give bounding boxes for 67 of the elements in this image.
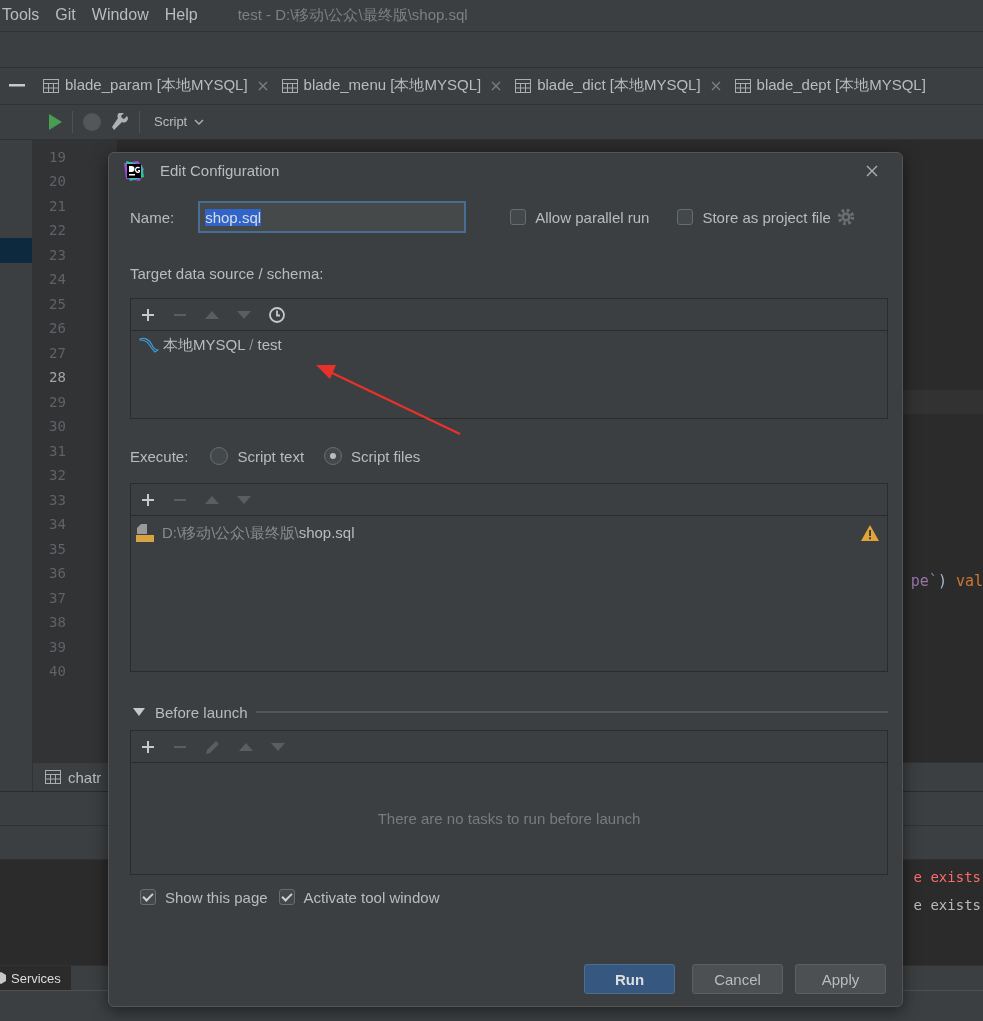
table-icon	[281, 78, 298, 93]
section-label: Target data source / schema:	[130, 265, 325, 282]
console-line: e exists	[913, 868, 981, 888]
window-title: test - D:\移动\公众\最终版\shop.sql	[237, 5, 468, 25]
checkbox[interactable]: Show this page	[140, 887, 268, 907]
move-up-icon[interactable]	[205, 310, 219, 319]
dialog-button[interactable]: Apply	[795, 964, 886, 994]
dialog-title: Edit Configuration	[160, 162, 280, 179]
radio-button[interactable]: Script text	[210, 447, 305, 465]
table-icon	[43, 78, 59, 93]
name-label: Name:	[130, 208, 175, 226]
editor-tab[interactable]: blade_dept [本地MYSQL]	[734, 76, 940, 96]
add-icon[interactable]	[141, 739, 155, 754]
dolphin-icon	[139, 337, 159, 353]
empty-list-text: There are no tasks to run before launch	[377, 810, 641, 827]
menu-item[interactable]: Help	[156, 6, 206, 25]
radio-circle[interactable]	[210, 447, 229, 465]
name-field[interactable]: shop.sql	[198, 201, 467, 233]
radio-circle[interactable]	[324, 447, 343, 465]
pencil-icon[interactable]	[205, 738, 221, 755]
checkbox[interactable]: Activate tool window	[278, 887, 440, 907]
clock-icon[interactable]	[269, 306, 285, 323]
menu-item[interactable]: Window	[83, 6, 157, 25]
checkbox[interactable]: Allow parallel run	[510, 208, 650, 226]
editor-tab[interactable]: blade_menu [本地MYSQL]	[281, 76, 516, 96]
stop-icon[interactable]	[83, 112, 101, 131]
menu-item[interactable]: Git	[47, 6, 84, 25]
move-down-icon[interactable]	[271, 742, 285, 751]
data-source-item[interactable]: 本地MYSQL / test	[163, 335, 282, 355]
selected-tree-row[interactable]	[0, 237, 32, 263]
editor-tab[interactable]: blade_param [本地MYSQL]	[43, 76, 282, 96]
table-icon	[515, 78, 532, 93]
close-icon[interactable]	[866, 164, 878, 177]
dialog-button[interactable]: Cancel	[692, 964, 783, 994]
add-icon[interactable]	[141, 307, 155, 322]
add-icon[interactable]	[141, 492, 155, 507]
radio-button[interactable]: Script files	[324, 447, 421, 465]
table-icon	[45, 770, 61, 785]
gear-icon[interactable]	[836, 208, 855, 226]
script-dropdown[interactable]: Script	[154, 114, 205, 130]
tool-window-tab[interactable]: Services	[0, 966, 71, 991]
move-up-icon[interactable]	[239, 742, 253, 751]
caret-icon[interactable]	[194, 118, 205, 125]
section-label: Before launch	[155, 703, 248, 721]
checkbox[interactable]: Store as project file	[677, 208, 831, 226]
close-icon[interactable]	[257, 80, 268, 91]
wrench-icon[interactable]	[111, 112, 129, 131]
move-down-icon[interactable]	[237, 495, 251, 504]
move-up-icon[interactable]	[205, 495, 219, 504]
editor-tab[interactable]: blade_dict [本地MYSQL]	[515, 76, 735, 96]
close-icon[interactable]	[710, 80, 721, 91]
minimize-icon[interactable]	[9, 83, 25, 88]
table-icon	[734, 78, 751, 93]
sql-file-icon	[135, 523, 155, 543]
run-icon[interactable]	[48, 113, 62, 130]
dialog-button[interactable]: Run	[584, 964, 675, 994]
code-line: pe`) val	[909, 570, 983, 592]
execute-label: Execute:	[130, 447, 189, 465]
editor-tab[interactable]: chatr	[33, 768, 102, 786]
menu-item[interactable]: Tools	[0, 6, 48, 25]
move-down-icon[interactable]	[237, 310, 251, 319]
console-line: e exists	[913, 896, 981, 916]
collapse-triangle-icon[interactable]	[133, 708, 145, 716]
close-icon[interactable]	[491, 80, 502, 91]
script-file-item[interactable]: D:\移动\公众\最终版\shop.sql	[162, 523, 355, 543]
app-logo-icon	[124, 160, 144, 181]
line-number: 28	[48, 368, 67, 388]
